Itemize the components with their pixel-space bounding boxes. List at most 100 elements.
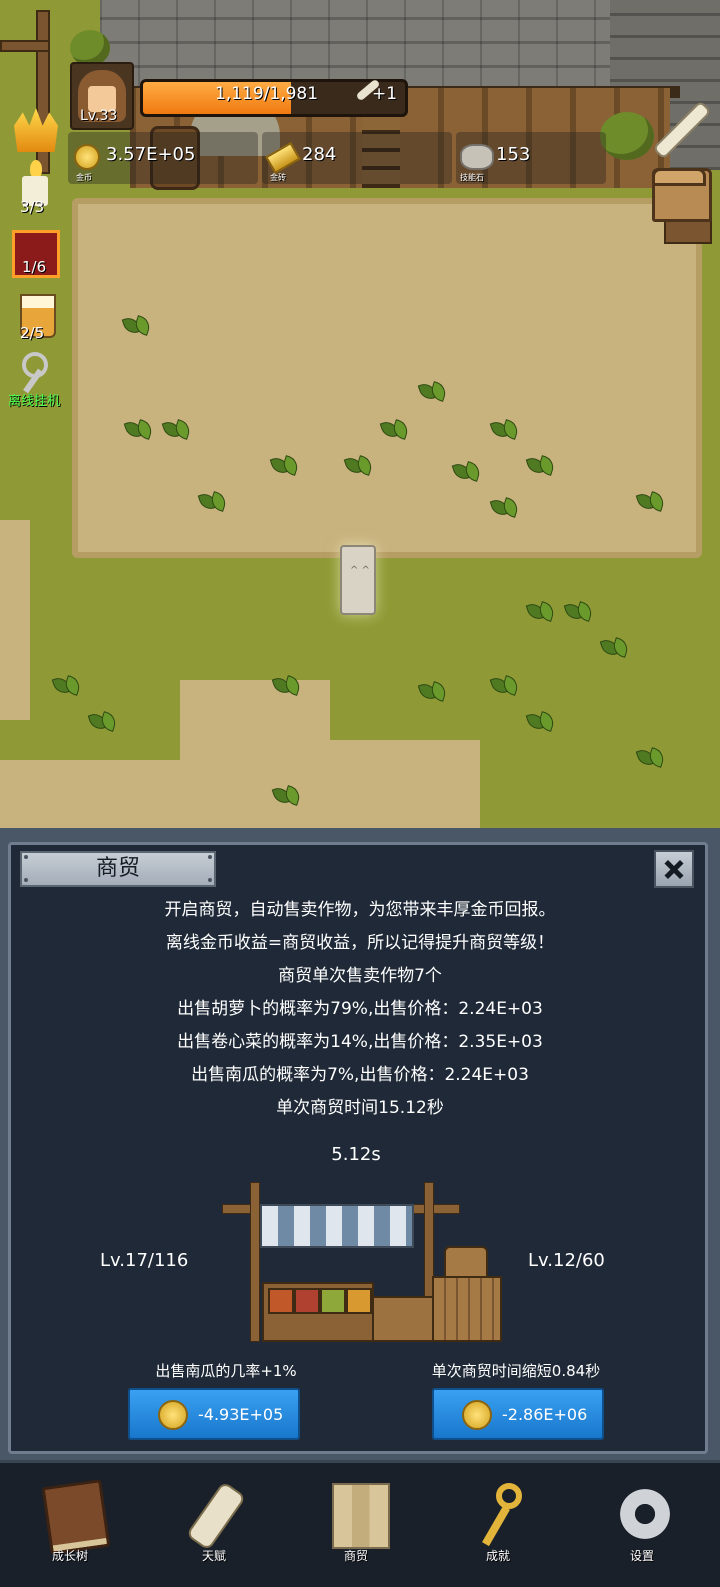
nav-label: 天赋: [201, 1549, 226, 1563]
resource-label: 金砖: [270, 173, 286, 182]
crop-sprout[interactable]: [454, 458, 480, 480]
dirt-field: [72, 198, 702, 558]
stone-statue[interactable]: ^ ^: [340, 545, 376, 615]
crop-sprout[interactable]: [126, 416, 152, 438]
gear-icon: [618, 1483, 672, 1545]
crop-sprout[interactable]: [382, 416, 408, 438]
nav-talent[interactable]: 天赋: [166, 1471, 262, 1583]
bush: [600, 112, 654, 160]
panel-title: 商贸: [20, 851, 216, 887]
gold-coin-icon: [74, 144, 100, 170]
crop-sprout[interactable]: [272, 452, 298, 474]
crop-sprout[interactable]: [528, 452, 554, 474]
resource-label: 技能石: [460, 173, 484, 182]
nav-achievements[interactable]: 成就: [450, 1471, 546, 1583]
scroll-icon: [185, 1480, 247, 1552]
stall-awning: [260, 1204, 414, 1248]
stall-post: [250, 1182, 260, 1342]
auto-play-label[interactable]: 离线挂机: [8, 390, 60, 409]
xp-bonus: +1: [372, 84, 398, 104]
nav-label: 成就: [485, 1549, 510, 1563]
left-upgrade-cost: -4.93E+05: [198, 1405, 284, 1424]
close-button[interactable]: [654, 850, 694, 888]
gold-coin-icon: [158, 1400, 188, 1430]
panel-title-text: 商贸: [95, 856, 140, 881]
stall-chest: [372, 1296, 434, 1342]
resource-gold-coin[interactable]: 3.57E+05 金币: [68, 132, 258, 184]
nav-label: 成长树: [51, 1549, 88, 1563]
resource-value: 284: [302, 144, 337, 165]
crop-sprout[interactable]: [528, 598, 554, 620]
stall-crate: [432, 1276, 502, 1342]
chest-lid: [652, 168, 706, 186]
crop-sprout[interactable]: [54, 672, 80, 694]
left-upgrade-description: 出售南瓜的几率+1%: [155, 1362, 297, 1380]
resource-gold-bar[interactable]: 284 金砖: [262, 132, 452, 184]
nav-label: 设置: [629, 1549, 654, 1563]
nav-label: 商贸: [343, 1549, 368, 1563]
crop-sprout[interactable]: [200, 488, 226, 510]
right-upgrade-buy-button[interactable]: -2.86E+06: [432, 1388, 604, 1440]
dirt-patch: [0, 520, 30, 720]
right-upgrade-description: 单次商贸时间缩短0.84秒: [431, 1362, 601, 1380]
dirt-patch: [180, 680, 330, 835]
rivet: [208, 878, 212, 882]
left-upgrade-buy-button[interactable]: -4.93E+05: [128, 1388, 300, 1440]
bottom-nav: 成长树 天赋 商贸 成就 设置: [0, 1460, 720, 1587]
gold-coin-icon: [462, 1400, 492, 1430]
crop-sprout[interactable]: [492, 416, 518, 438]
nav-growth-tree[interactable]: 成长树: [22, 1471, 118, 1583]
desc-line: 出售卷心菜的概率为14%,出售价格：2.35E+03: [177, 1032, 543, 1052]
dirt-patch: [0, 760, 180, 835]
candle-count: 3/3: [20, 198, 45, 216]
nav-settings[interactable]: 设置: [594, 1471, 690, 1583]
crop-sprout[interactable]: [346, 452, 372, 474]
xp-text: 1,119/1,981: [215, 84, 319, 104]
crop-sprout[interactable]: [638, 744, 664, 766]
desc-line: 商贸单次售卖作物7个: [278, 966, 442, 986]
resource-skill-stone[interactable]: 153 技能石: [456, 132, 606, 184]
drink-count: 2/5: [20, 324, 45, 342]
resource-value: 153: [496, 144, 531, 165]
produce-bin: [268, 1288, 294, 1314]
skill-stone-icon: [460, 144, 494, 170]
bush: [70, 30, 110, 66]
rivet: [24, 878, 28, 882]
book-icon: [41, 1479, 111, 1555]
desc-line: 出售胡萝卜的概率为79%,出售价格：2.24E+03: [177, 999, 543, 1019]
crop-sprout[interactable]: [492, 672, 518, 694]
trade-timer: 5.12s: [331, 1144, 381, 1165]
rivet: [208, 855, 212, 859]
crop-sprout[interactable]: [528, 708, 554, 730]
crop-sprout[interactable]: [274, 672, 300, 694]
stone-face-icon: ^ ^: [350, 565, 370, 576]
key-shaft: [482, 1505, 510, 1547]
crop-sprout[interactable]: [638, 488, 664, 510]
fence-rail: [0, 40, 50, 52]
crop-sprout[interactable]: [420, 378, 446, 400]
crop-sprout[interactable]: [164, 416, 190, 438]
produce-bin: [346, 1288, 372, 1314]
right-upgrade-level: Lv.12/60: [528, 1250, 605, 1271]
crop-sprout[interactable]: [124, 312, 150, 334]
crop-sprout[interactable]: [602, 634, 628, 656]
nav-trade[interactable]: 商贸: [308, 1471, 404, 1583]
desc-line: 出售南瓜的概率为7%,出售价格：2.24E+03: [191, 1065, 529, 1085]
crop-sprout[interactable]: [274, 782, 300, 804]
key-ring: [496, 1483, 522, 1509]
crop-sprout[interactable]: [420, 678, 446, 700]
key-icon: [474, 1483, 528, 1547]
dirt-patch: [330, 740, 480, 835]
resource-value: 3.57E+05: [106, 144, 196, 165]
rivet: [24, 855, 28, 859]
desc-line: 开启商贸，自动售卖作物，为您带来丰厚金币回报。: [164, 900, 556, 920]
left-upgrade-level: Lv.17/116: [100, 1250, 189, 1271]
crop-sprout[interactable]: [492, 494, 518, 516]
produce-bin: [294, 1288, 320, 1314]
crop-sprout[interactable]: [566, 598, 592, 620]
resource-label: 金币: [76, 173, 92, 182]
crop-sprout[interactable]: [90, 708, 116, 730]
desc-line: 单次商贸时间15.12秒: [276, 1098, 444, 1118]
player-level: Lv.33: [80, 108, 118, 124]
gold-bar-icon: [265, 141, 301, 175]
